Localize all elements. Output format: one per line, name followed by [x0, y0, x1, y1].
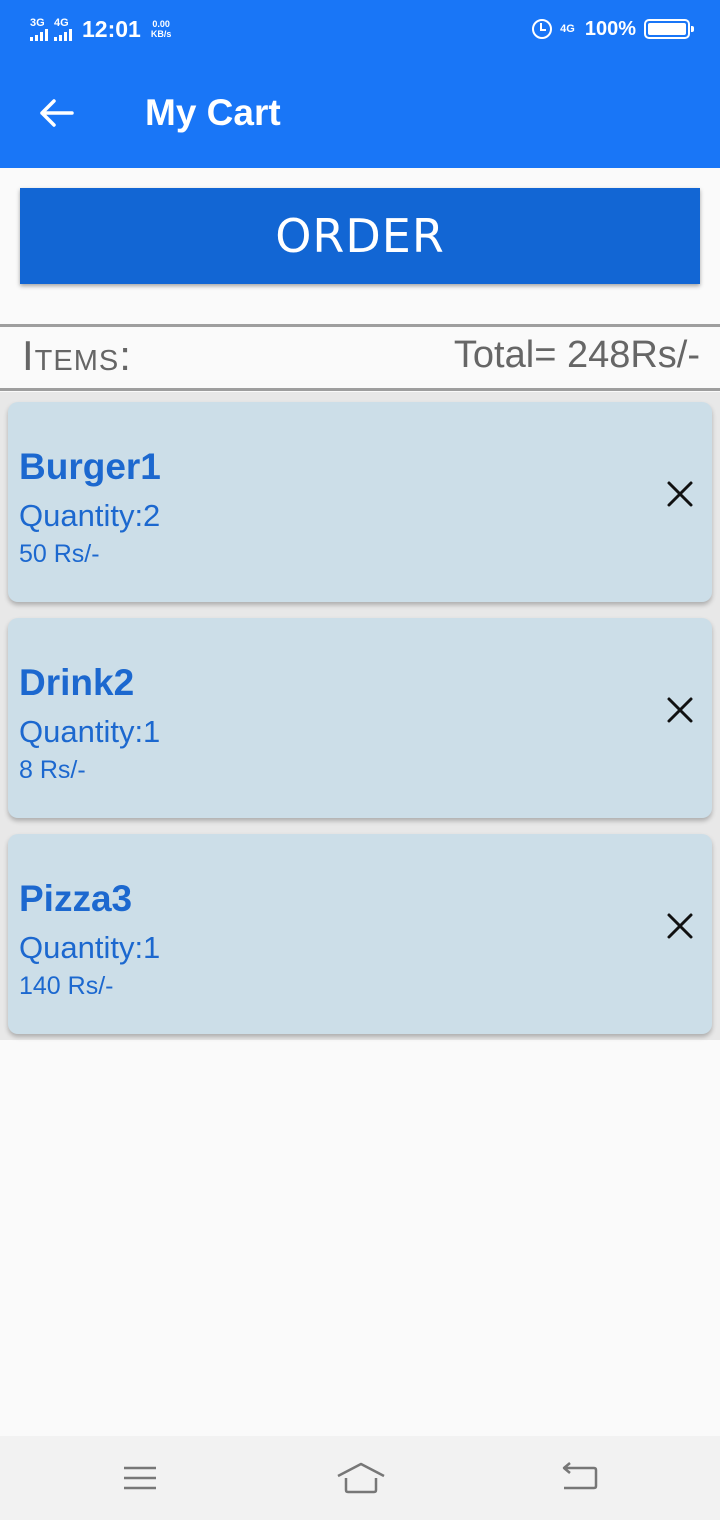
- status-left: 3G 4G 12:01 0.00 KB/s: [30, 16, 171, 43]
- close-icon[interactable]: [666, 480, 694, 508]
- item-quantity: Quantity:1: [19, 930, 161, 965]
- item-name: Burger1: [19, 446, 161, 487]
- item-quantity: Quantity:2: [19, 498, 161, 533]
- divider-top: [0, 324, 720, 327]
- signal-bars-icon: [30, 28, 48, 41]
- page-title: My Cart: [145, 92, 281, 133]
- speed-unit: KB/s: [150, 29, 172, 39]
- home-icon[interactable]: [336, 1460, 386, 1496]
- item-price: 140 Rs/-: [19, 972, 114, 1000]
- network-type: 4G: [560, 23, 575, 35]
- status-bar: 3G 4G 12:01 0.00 KB/s 4G 100%: [0, 0, 720, 58]
- alarm-icon: [532, 19, 553, 39]
- cart-item[interactable]: Drink2 Quantity:1 8 Rs/-: [8, 618, 712, 818]
- signal-4g: 4G: [54, 16, 72, 41]
- close-icon[interactable]: [666, 696, 694, 724]
- cart-item[interactable]: Burger1 Quantity:2 50 Rs/-: [8, 402, 712, 602]
- item-name: Drink2: [19, 662, 135, 703]
- item-quantity: Quantity:1: [19, 714, 161, 749]
- signal-3g-label: 3G: [30, 16, 45, 29]
- divider-bottom: [0, 388, 720, 391]
- signal-3g: 3G: [30, 16, 48, 41]
- order-button[interactable]: ORDER: [20, 188, 700, 284]
- status-right: 4G 100%: [532, 17, 694, 41]
- item-price: 50 Rs/-: [19, 540, 100, 568]
- battery-icon: [644, 19, 694, 39]
- item-name: Pizza3: [19, 878, 133, 919]
- speed-value: 0.00: [152, 19, 170, 29]
- cart-list: Burger1 Quantity:2 50 Rs/- Drink2 Quanti…: [0, 392, 720, 1040]
- network-speed: 0.00 KB/s: [151, 19, 172, 39]
- item-price: 8 Rs/-: [19, 756, 86, 784]
- navigation-bar: [0, 1436, 720, 1520]
- signal-bars-icon: [54, 28, 72, 41]
- back-icon[interactable]: [558, 1460, 602, 1496]
- cart-item[interactable]: Pizza3 Quantity:1 140 Rs/-: [8, 834, 712, 1034]
- close-icon[interactable]: [666, 912, 694, 940]
- signal-4g-label: 4G: [54, 16, 69, 29]
- arrow-left-icon[interactable]: [38, 98, 74, 128]
- total-label: Total= 248Rs/-: [453, 334, 700, 376]
- items-label: Items:: [22, 332, 132, 379]
- menu-icon[interactable]: [118, 1460, 162, 1496]
- battery-percentage: 100%: [584, 17, 636, 40]
- app-bar: My Cart: [0, 58, 720, 168]
- clock: 12:01: [82, 15, 141, 42]
